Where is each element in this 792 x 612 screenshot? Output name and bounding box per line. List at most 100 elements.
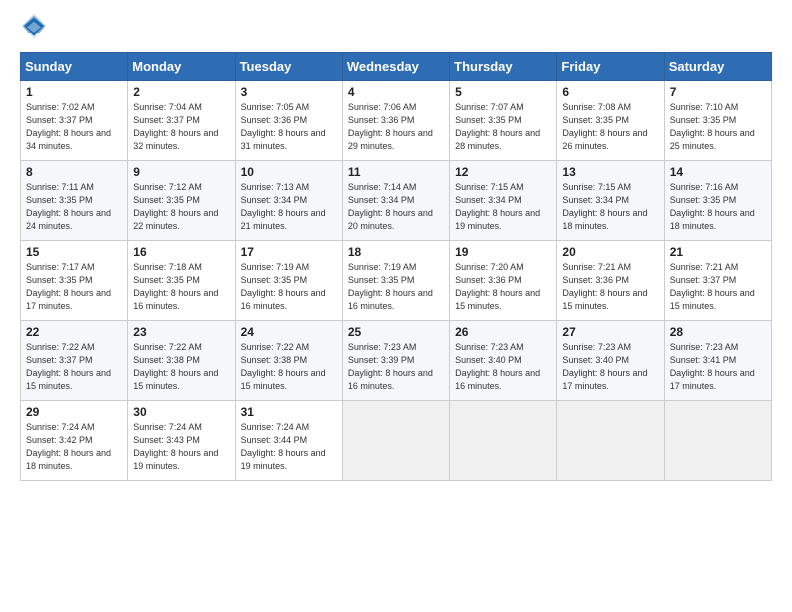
daylight-text: Daylight: 8 hours and 18 minutes. — [562, 208, 647, 231]
sunrise-text: Sunrise: 7:05 AM — [241, 102, 310, 112]
day-number: 18 — [348, 245, 444, 259]
calendar-week-row: 22 Sunrise: 7:22 AM Sunset: 3:37 PM Dayl… — [21, 321, 772, 401]
day-number: 29 — [26, 405, 122, 419]
daylight-text: Daylight: 8 hours and 32 minutes. — [133, 128, 218, 151]
calendar-table: Sunday Monday Tuesday Wednesday Thursday… — [20, 52, 772, 481]
calendar-cell: 7 Sunrise: 7:10 AM Sunset: 3:35 PM Dayli… — [664, 81, 771, 161]
cell-content: Sunrise: 7:06 AM Sunset: 3:36 PM Dayligh… — [348, 101, 444, 153]
daylight-text: Daylight: 8 hours and 28 minutes. — [455, 128, 540, 151]
sunset-text: Sunset: 3:36 PM — [241, 115, 308, 125]
sunset-text: Sunset: 3:44 PM — [241, 435, 308, 445]
daylight-text: Daylight: 8 hours and 17 minutes. — [26, 288, 111, 311]
sunset-text: Sunset: 3:35 PM — [348, 275, 415, 285]
sunrise-text: Sunrise: 7:13 AM — [241, 182, 310, 192]
day-number: 2 — [133, 85, 229, 99]
daylight-text: Daylight: 8 hours and 16 minutes. — [241, 288, 326, 311]
calendar-week-row: 8 Sunrise: 7:11 AM Sunset: 3:35 PM Dayli… — [21, 161, 772, 241]
cell-content: Sunrise: 7:20 AM Sunset: 3:36 PM Dayligh… — [455, 261, 551, 313]
sunset-text: Sunset: 3:39 PM — [348, 355, 415, 365]
day-number: 31 — [241, 405, 337, 419]
sunset-text: Sunset: 3:34 PM — [562, 195, 629, 205]
day-number: 14 — [670, 165, 766, 179]
daylight-text: Daylight: 8 hours and 18 minutes. — [670, 208, 755, 231]
sunset-text: Sunset: 3:38 PM — [241, 355, 308, 365]
cell-content: Sunrise: 7:13 AM Sunset: 3:34 PM Dayligh… — [241, 181, 337, 233]
cell-content: Sunrise: 7:16 AM Sunset: 3:35 PM Dayligh… — [670, 181, 766, 233]
day-number: 5 — [455, 85, 551, 99]
sunset-text: Sunset: 3:35 PM — [133, 195, 200, 205]
cell-content: Sunrise: 7:21 AM Sunset: 3:37 PM Dayligh… — [670, 261, 766, 313]
sunrise-text: Sunrise: 7:17 AM — [26, 262, 95, 272]
calendar-cell: 8 Sunrise: 7:11 AM Sunset: 3:35 PM Dayli… — [21, 161, 128, 241]
sunrise-text: Sunrise: 7:04 AM — [133, 102, 202, 112]
calendar-cell: 30 Sunrise: 7:24 AM Sunset: 3:43 PM Dayl… — [128, 401, 235, 481]
day-number: 28 — [670, 325, 766, 339]
cell-content: Sunrise: 7:23 AM Sunset: 3:41 PM Dayligh… — [670, 341, 766, 393]
sunrise-text: Sunrise: 7:23 AM — [670, 342, 739, 352]
calendar-cell: 14 Sunrise: 7:16 AM Sunset: 3:35 PM Dayl… — [664, 161, 771, 241]
sunset-text: Sunset: 3:43 PM — [133, 435, 200, 445]
sunrise-text: Sunrise: 7:24 AM — [26, 422, 95, 432]
sunset-text: Sunset: 3:40 PM — [455, 355, 522, 365]
sunrise-text: Sunrise: 7:07 AM — [455, 102, 524, 112]
daylight-text: Daylight: 8 hours and 15 minutes. — [241, 368, 326, 391]
cell-content: Sunrise: 7:11 AM Sunset: 3:35 PM Dayligh… — [26, 181, 122, 233]
calendar-week-row: 15 Sunrise: 7:17 AM Sunset: 3:35 PM Dayl… — [21, 241, 772, 321]
sunrise-text: Sunrise: 7:19 AM — [241, 262, 310, 272]
daylight-text: Daylight: 8 hours and 15 minutes. — [562, 288, 647, 311]
sunset-text: Sunset: 3:35 PM — [455, 115, 522, 125]
sunset-text: Sunset: 3:38 PM — [133, 355, 200, 365]
header — [20, 16, 772, 40]
sunset-text: Sunset: 3:35 PM — [670, 195, 737, 205]
sunrise-text: Sunrise: 7:06 AM — [348, 102, 417, 112]
cell-content: Sunrise: 7:10 AM Sunset: 3:35 PM Dayligh… — [670, 101, 766, 153]
sunset-text: Sunset: 3:35 PM — [133, 275, 200, 285]
cell-content: Sunrise: 7:02 AM Sunset: 3:37 PM Dayligh… — [26, 101, 122, 153]
col-saturday: Saturday — [664, 53, 771, 81]
cell-content: Sunrise: 7:05 AM Sunset: 3:36 PM Dayligh… — [241, 101, 337, 153]
col-sunday: Sunday — [21, 53, 128, 81]
calendar-cell: 16 Sunrise: 7:18 AM Sunset: 3:35 PM Dayl… — [128, 241, 235, 321]
cell-content: Sunrise: 7:14 AM Sunset: 3:34 PM Dayligh… — [348, 181, 444, 233]
col-monday: Monday — [128, 53, 235, 81]
sunrise-text: Sunrise: 7:15 AM — [455, 182, 524, 192]
day-number: 19 — [455, 245, 551, 259]
day-number: 11 — [348, 165, 444, 179]
calendar-week-row: 29 Sunrise: 7:24 AM Sunset: 3:42 PM Dayl… — [21, 401, 772, 481]
daylight-text: Daylight: 8 hours and 19 minutes. — [241, 448, 326, 471]
sunrise-text: Sunrise: 7:18 AM — [133, 262, 202, 272]
day-number: 27 — [562, 325, 658, 339]
daylight-text: Daylight: 8 hours and 19 minutes. — [133, 448, 218, 471]
day-number: 6 — [562, 85, 658, 99]
calendar-cell: 1 Sunrise: 7:02 AM Sunset: 3:37 PM Dayli… — [21, 81, 128, 161]
sunset-text: Sunset: 3:41 PM — [670, 355, 737, 365]
daylight-text: Daylight: 8 hours and 17 minutes. — [670, 368, 755, 391]
sunset-text: Sunset: 3:35 PM — [26, 195, 93, 205]
day-number: 3 — [241, 85, 337, 99]
sunrise-text: Sunrise: 7:19 AM — [348, 262, 417, 272]
col-tuesday: Tuesday — [235, 53, 342, 81]
sunrise-text: Sunrise: 7:08 AM — [562, 102, 631, 112]
sunset-text: Sunset: 3:40 PM — [562, 355, 629, 365]
sunrise-text: Sunrise: 7:14 AM — [348, 182, 417, 192]
calendar-cell: 23 Sunrise: 7:22 AM Sunset: 3:38 PM Dayl… — [128, 321, 235, 401]
sunrise-text: Sunrise: 7:24 AM — [133, 422, 202, 432]
col-thursday: Thursday — [450, 53, 557, 81]
daylight-text: Daylight: 8 hours and 29 minutes. — [348, 128, 433, 151]
calendar-cell: 15 Sunrise: 7:17 AM Sunset: 3:35 PM Dayl… — [21, 241, 128, 321]
daylight-text: Daylight: 8 hours and 16 minutes. — [133, 288, 218, 311]
cell-content: Sunrise: 7:19 AM Sunset: 3:35 PM Dayligh… — [241, 261, 337, 313]
sunset-text: Sunset: 3:36 PM — [562, 275, 629, 285]
logo — [20, 16, 50, 40]
calendar-cell: 22 Sunrise: 7:22 AM Sunset: 3:37 PM Dayl… — [21, 321, 128, 401]
day-number: 1 — [26, 85, 122, 99]
sunrise-text: Sunrise: 7:21 AM — [670, 262, 739, 272]
daylight-text: Daylight: 8 hours and 15 minutes. — [670, 288, 755, 311]
daylight-text: Daylight: 8 hours and 18 minutes. — [26, 448, 111, 471]
cell-content: Sunrise: 7:22 AM Sunset: 3:38 PM Dayligh… — [241, 341, 337, 393]
day-number: 17 — [241, 245, 337, 259]
calendar-cell: 28 Sunrise: 7:23 AM Sunset: 3:41 PM Dayl… — [664, 321, 771, 401]
day-number: 26 — [455, 325, 551, 339]
calendar-cell: 11 Sunrise: 7:14 AM Sunset: 3:34 PM Dayl… — [342, 161, 449, 241]
day-number: 15 — [26, 245, 122, 259]
